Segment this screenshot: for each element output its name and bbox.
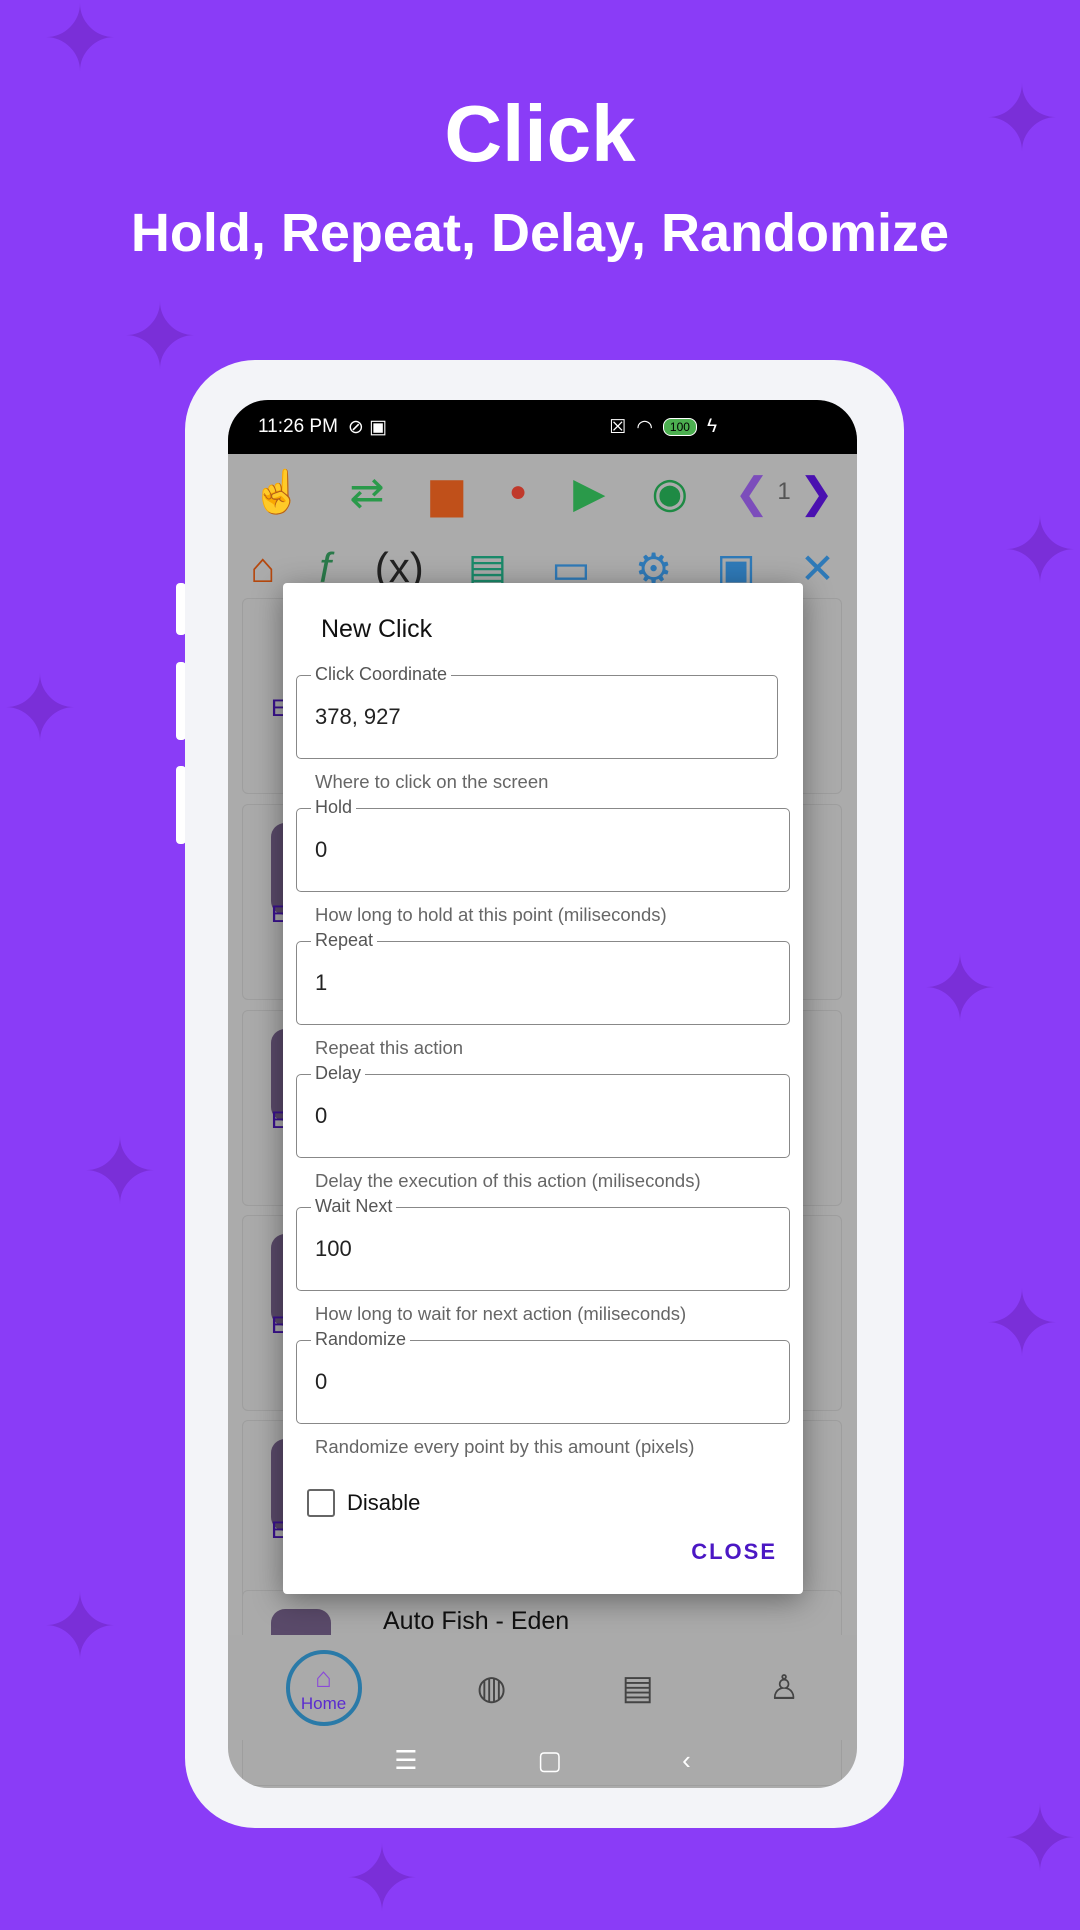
- globe-icon[interactable]: ◍: [477, 1668, 507, 1708]
- hold-label: Hold: [311, 797, 357, 818]
- hero-title: Click: [444, 89, 636, 178]
- dialog-title: New Click: [321, 615, 433, 643]
- star-decoration: ✦: [122, 288, 198, 388]
- home-icon[interactable]: ⌂: [250, 544, 275, 592]
- delay-field[interactable]: Delay 0: [296, 1063, 790, 1158]
- randomize-label: Randomize: [311, 1329, 411, 1350]
- play-icon[interactable]: ▶: [573, 468, 605, 517]
- nav-home[interactable]: ⌂ Home: [285, 1649, 362, 1726]
- delay-input[interactable]: 0: [315, 1103, 327, 1129]
- hold-input[interactable]: 0: [315, 837, 327, 863]
- randomize-field[interactable]: Randomize 0: [296, 1329, 790, 1424]
- star-decoration: ✦: [922, 940, 998, 1040]
- home-square-icon[interactable]: ▢: [538, 1745, 563, 1776]
- back-icon[interactable]: ‹: [682, 1745, 691, 1776]
- tap-icon[interactable]: ☝: [251, 468, 303, 517]
- toolbar-row-1: ☝ ⇄ ▆ ● ▶ ◉ ❮ 1 ❯: [228, 462, 857, 522]
- status-icons: ⊘ ▣: [347, 416, 388, 438]
- star-decoration: ✦: [2, 660, 78, 760]
- delay-helper-text: Delay the execution of this action (mili…: [315, 1170, 701, 1191]
- previous-page-button[interactable]: ❮: [734, 468, 769, 517]
- star-decoration: ✦: [1002, 1790, 1078, 1890]
- nav-home-label: Home: [300, 1693, 347, 1713]
- click-coordinate-input[interactable]: 378, 927: [315, 704, 401, 730]
- hero-subtitle: Hold, Repeat, Delay, Randomize: [130, 203, 950, 263]
- menu-icon[interactable]: ☰: [394, 1745, 417, 1776]
- no-sim-icon: ☒: [609, 416, 627, 438]
- page-number: 1: [777, 478, 791, 505]
- close-button[interactable]: CLOSE: [691, 1539, 777, 1565]
- image-click-icon[interactable]: ▆: [431, 468, 463, 517]
- click-coordinate-field[interactable]: Click Coordinate 378, 927: [296, 664, 778, 759]
- star-decoration: ✦: [984, 1275, 1060, 1375]
- swipe-icon[interactable]: ⇄: [349, 468, 384, 517]
- new-click-dialog: New Click Click Coordinate 378, 927 Where …: [283, 583, 803, 1594]
- checkbox-box[interactable]: [307, 1489, 335, 1517]
- system-navigation: ☰ ▢ ‹: [228, 1745, 857, 1776]
- wait-next-label: Wait Next: [311, 1196, 397, 1217]
- record-icon[interactable]: ●: [509, 475, 527, 509]
- randomize-helper-text: Randomize every point by this amount (pi…: [315, 1436, 695, 1457]
- click-coordinate-helper-text: Where to click on the screen: [315, 771, 549, 792]
- eye-icon[interactable]: ◉: [652, 468, 689, 517]
- wait-next-helper-text: How long to wait for next action (milise…: [315, 1303, 687, 1324]
- list-item-title: Auto Fish - Eden: [383, 1607, 570, 1635]
- hold-field[interactable]: Hold 0: [296, 797, 790, 892]
- delay-label: Delay: [311, 1063, 366, 1084]
- repeat-label: Repeat: [311, 930, 378, 951]
- close-icon[interactable]: ✕: [800, 544, 835, 593]
- home-icon: ⌂: [315, 1661, 333, 1693]
- status-bar: 11:26 PM ⊘ ▣ ☒ ◠ 100 ϟ: [228, 400, 857, 454]
- battery-indicator: 100: [662, 418, 697, 436]
- star-decoration: ✦: [344, 1830, 420, 1930]
- wait-next-input[interactable]: 100: [315, 1236, 352, 1262]
- disable-label: Disable: [347, 1490, 421, 1515]
- bottom-navigation: ⌂ Home ◍ ▤ ♙: [228, 1635, 857, 1740]
- hold-helper-text: How long to hold at this point (miliseco…: [315, 904, 667, 925]
- repeat-input[interactable]: 1: [315, 970, 327, 996]
- repeat-field[interactable]: Repeat 1: [296, 930, 790, 1025]
- disable-checkbox[interactable]: Disable: [307, 1489, 420, 1517]
- star-decoration: ✦: [82, 1123, 158, 1223]
- wifi-icon: ◠: [636, 416, 653, 438]
- wait-next-field[interactable]: Wait Next 100: [296, 1196, 790, 1291]
- profile-icon[interactable]: ♙: [769, 1668, 799, 1708]
- news-icon[interactable]: ▤: [622, 1668, 654, 1708]
- star-decoration: ✦: [42, 0, 118, 90]
- repeat-helper-text: Repeat this action: [315, 1037, 464, 1058]
- charging-icon: ϟ: [706, 416, 717, 437]
- status-time: 11:26 PM: [258, 416, 338, 437]
- randomize-input[interactable]: 0: [315, 1369, 327, 1395]
- next-page-button[interactable]: ❯: [799, 468, 834, 517]
- star-decoration: ✦: [1002, 502, 1078, 602]
- click-coordinate-label: Click Coordinate: [311, 664, 452, 685]
- star-decoration: ✦: [42, 1578, 118, 1678]
